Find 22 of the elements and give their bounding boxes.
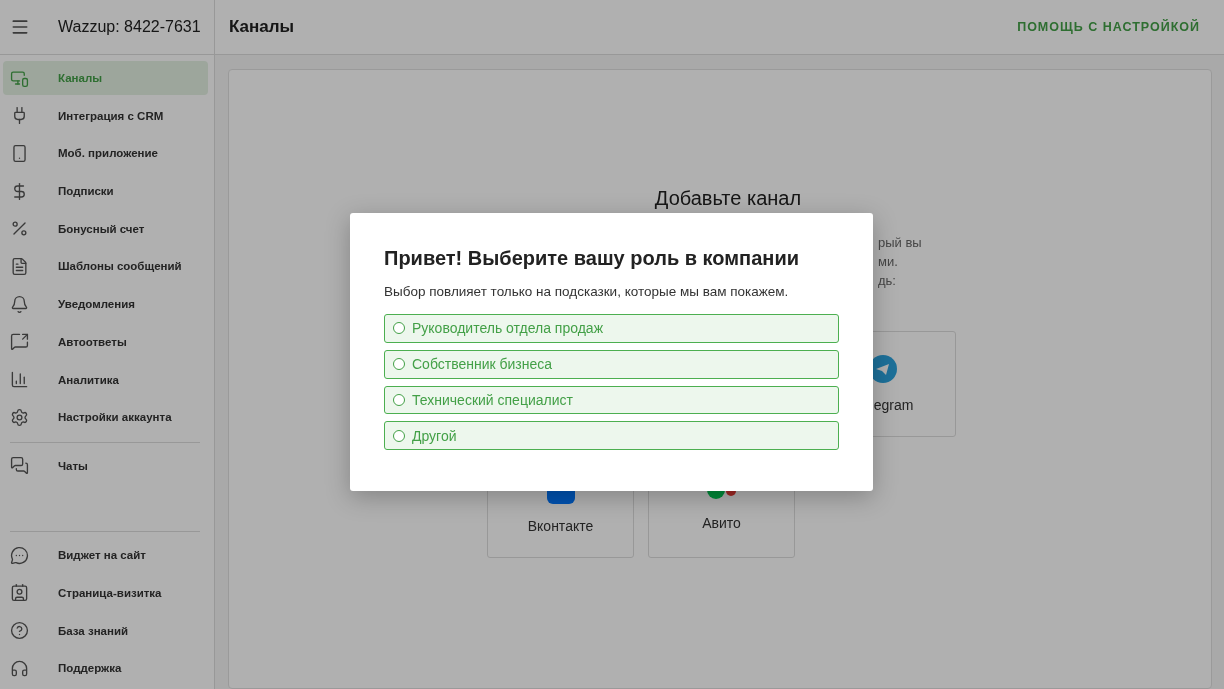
page-title: Каналы [229,17,295,37]
dialog-subtitle: Выбор повлияет только на подсказки, которые мы вам покажем. [384,284,790,299]
dialog-title: Привет! Выберите вашу роль в компании [384,247,800,270]
sidebar-item[interactable]: Страница-визитка [3,575,208,610]
sidebar-item[interactable]: Чаты [3,448,208,483]
sidebar-item[interactable]: Уведомления [3,287,208,322]
description-text: рый вы [878,235,923,250]
sidebar-item[interactable]: Интеграция с CRM [3,98,208,133]
description-text: дь: [878,273,897,288]
sidebar-item[interactable]: База знаний [3,613,208,648]
account-name: Wazzup: 8422-7631 [58,18,201,36]
sidebar-item[interactable]: Автоответы [3,324,208,359]
sidebar-item[interactable]: Бонусный счет [3,211,208,246]
sidebar-item[interactable]: Моб. приложение [3,136,208,171]
description-text: ми. [878,254,899,269]
section-title: Добавьте канал [653,187,803,210]
sidebar-item[interactable]: Шаблоны сообщений [3,249,208,284]
sidebar-item[interactable]: Поддержка [3,651,208,686]
sidebar-item[interactable]: Настройки аккаунта [3,400,208,435]
sidebar-item[interactable]: Подписки [3,174,208,209]
sidebar-item[interactable]: Виджет на сайт [3,538,208,573]
sidebar-item[interactable]: Аналитика [3,362,208,397]
